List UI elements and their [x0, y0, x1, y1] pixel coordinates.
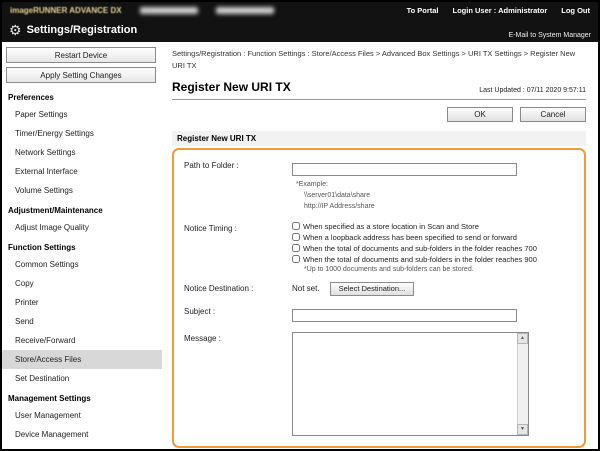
notice-option-row-2[interactable]: When a loopback address has been specifi… [292, 233, 574, 242]
remote-ui-window: imageRUNNER ADVANCE DX To Portal Login U… [0, 0, 600, 451]
sidebar-item-user-management[interactable]: User Management [2, 406, 162, 425]
sidebar-section-preferences: Preferences [2, 87, 162, 105]
device-logo: imageRUNNER ADVANCE DX [10, 6, 122, 15]
login-user-label: Login User : Administrator [453, 6, 548, 15]
gear-icon: ⚙ [9, 23, 22, 37]
settings-app-bar: ⚙ Settings/Registration E-Mail to System… [2, 18, 598, 42]
sidebar-item-receive-forward[interactable]: Receive/Forward [2, 331, 162, 350]
sidebar-item-volume-settings[interactable]: Volume Settings [2, 181, 162, 200]
sidebar-item-paper-settings[interactable]: Paper Settings [2, 105, 162, 124]
notice-timing-label: Notice Timing : [184, 222, 292, 273]
notice-option-checkbox-2[interactable] [292, 233, 300, 241]
form-section-title: Register New URI TX [172, 131, 586, 146]
ok-button[interactable]: OK [447, 107, 513, 122]
notice-option-row-1[interactable]: When specified as a store location in Sc… [292, 222, 574, 231]
message-label: Message : [184, 332, 292, 436]
sidebar-item-common-settings[interactable]: Common Settings [2, 255, 162, 274]
sidebar-item-network-settings[interactable]: Network Settings [2, 143, 162, 162]
notice-destination-value: Not set. [292, 284, 320, 293]
apply-setting-changes-button[interactable]: Apply Setting Changes [6, 67, 156, 83]
notice-option-checkbox-4[interactable] [292, 255, 300, 263]
sidebar-section-adjustment-maintenance: Adjustment/Maintenance [2, 200, 162, 218]
page-title: Register New URI TX [172, 80, 291, 94]
redacted-device-name [140, 7, 198, 14]
to-portal-link[interactable]: To Portal [407, 6, 439, 15]
subject-input[interactable] [292, 309, 517, 322]
cancel-button[interactable]: Cancel [520, 107, 586, 122]
settings-sidebar: Restart Device Apply Setting Changes Pre… [2, 42, 162, 449]
sidebar-item-store-access-files[interactable]: Store/Access Files [2, 350, 162, 369]
path-example-text: *Example: \\server01\data\share http://I… [296, 180, 574, 213]
sidebar-item-adjust-image-quality[interactable]: Adjust Image Quality [2, 218, 162, 237]
sidebar-item-printer[interactable]: Printer [2, 293, 162, 312]
main-panel: Settings/Registration : Function Setting… [162, 42, 598, 449]
device-top-bar: imageRUNNER ADVANCE DX To Portal Login U… [2, 2, 598, 18]
sidebar-item-send[interactable]: Send [2, 312, 162, 331]
notice-option-row-4[interactable]: When the total of documents and sub-fold… [292, 255, 574, 264]
sidebar-item-set-destination[interactable]: Set Destination [2, 369, 162, 388]
log-out-link[interactable]: Log Out [561, 6, 590, 15]
subject-label: Subject : [184, 305, 292, 323]
sidebar-item-timer-energy-settings[interactable]: Timer/Energy Settings [2, 124, 162, 143]
sidebar-item-external-interface[interactable]: External Interface [2, 162, 162, 181]
sidebar-section-management-settings: Management Settings [2, 388, 162, 406]
register-uri-tx-form: Path to Folder : *Example: \\server01\da… [172, 148, 586, 448]
breadcrumb[interactable]: Settings/Registration : Function Setting… [172, 48, 586, 72]
notice-destination-label: Notice Destination : [184, 282, 292, 296]
path-to-folder-input[interactable] [292, 163, 517, 176]
restart-device-button[interactable]: Restart Device [6, 47, 156, 63]
email-to-system-manager-link[interactable]: E-Mail to System Manager [509, 32, 591, 42]
message-textarea[interactable]: ▲ ▼ [292, 332, 529, 436]
notice-option-row-3[interactable]: When the total of documents and sub-fold… [292, 244, 574, 253]
select-destination-button[interactable]: Select Destination... [330, 282, 415, 296]
sidebar-item-copy[interactable]: Copy [2, 274, 162, 293]
appbar-title: Settings/Registration [27, 24, 138, 36]
textarea-scrollbar[interactable]: ▲ ▼ [517, 333, 528, 435]
sidebar-section-function-settings: Function Settings [2, 237, 162, 255]
last-updated-label: Last Updated : 07/11 2020 9:57:11 [479, 87, 586, 94]
notice-option-checkbox-3[interactable] [292, 244, 300, 252]
redacted-device-name-2 [216, 7, 274, 14]
scroll-down-icon[interactable]: ▼ [517, 424, 528, 435]
path-to-folder-label: Path to Folder : [184, 159, 292, 213]
sidebar-item-device-management[interactable]: Device Management [2, 425, 162, 444]
notice-note: *Up to 1000 documents and sub-folders ca… [304, 266, 574, 273]
notice-option-checkbox-1[interactable] [292, 222, 300, 230]
scroll-up-icon[interactable]: ▲ [517, 333, 528, 344]
